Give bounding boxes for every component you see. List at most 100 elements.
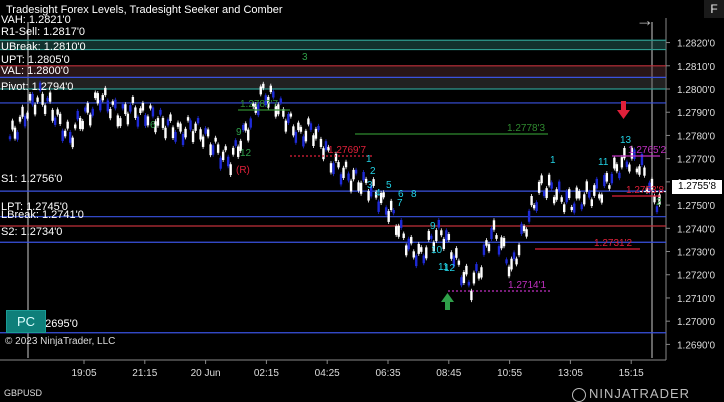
candle-body	[339, 174, 343, 185]
candle-body	[226, 156, 230, 167]
candle-body	[71, 137, 74, 148]
candle-body	[485, 240, 488, 246]
candle-body	[259, 86, 262, 95]
candle-body	[563, 204, 566, 213]
seq-number: 9	[430, 221, 436, 232]
f-button[interactable]: F	[704, 0, 724, 18]
x-tick-label: 08:45	[436, 368, 461, 379]
comber-number: 6	[150, 120, 156, 131]
candle-body	[74, 124, 77, 129]
annotation-label: 1.2765'2	[628, 145, 666, 156]
candle-body	[344, 161, 348, 168]
candle-body	[314, 128, 318, 139]
level-label: R1-Sell: 1.2817'0	[1, 26, 86, 38]
seq-number: 8	[411, 189, 417, 200]
candle-body	[397, 225, 400, 237]
candle-body	[28, 94, 32, 101]
candle-body	[131, 96, 135, 104]
x-tick-label: 19:05	[71, 368, 96, 379]
seq-number: 7	[397, 198, 403, 209]
candle-body	[219, 157, 222, 169]
candle-body	[417, 243, 420, 254]
candle-body	[114, 99, 117, 109]
candle-body	[500, 237, 503, 249]
candle-body	[610, 173, 614, 184]
candle-body	[199, 129, 202, 140]
candle-body	[156, 118, 160, 126]
candle-body	[324, 141, 328, 150]
candle-body	[407, 238, 410, 250]
candle-body	[179, 123, 182, 132]
candle-body	[211, 145, 215, 155]
candle-body	[437, 219, 441, 228]
candle-body	[405, 245, 408, 256]
level-label: S1: 1.2756'0	[1, 173, 63, 185]
candle-body	[450, 252, 453, 259]
pc-button[interactable]: PC	[6, 310, 46, 333]
candle-body	[462, 272, 466, 284]
candle-body	[221, 151, 225, 161]
candle-body	[384, 207, 388, 215]
candle-body	[317, 125, 320, 131]
candle-body	[312, 135, 315, 146]
candle-body	[174, 132, 177, 142]
candle-body	[13, 127, 17, 139]
candle-body	[608, 185, 611, 189]
candle-body	[63, 130, 67, 137]
candle-body	[242, 124, 245, 131]
candle-body	[206, 129, 210, 137]
candle-body	[410, 237, 413, 244]
candle-body	[620, 157, 624, 168]
seq-number: 5	[386, 180, 392, 191]
candle-body	[11, 120, 14, 130]
y-tick-label: 1.2700'0	[677, 317, 715, 328]
candle-body	[547, 174, 551, 186]
seq-number: 10	[431, 245, 443, 256]
nav-arrow-icon[interactable]: →	[636, 10, 654, 31]
x-tick-label: 04:25	[315, 368, 340, 379]
candle-body	[430, 235, 433, 239]
candle-body	[116, 115, 120, 127]
candle-body	[191, 131, 195, 143]
candle-body	[467, 281, 471, 286]
level-band	[0, 40, 666, 50]
candle-body	[362, 171, 365, 181]
sell-arrow-icon	[617, 101, 630, 119]
candle-body	[573, 203, 576, 213]
candle-body	[289, 113, 293, 117]
candle-body	[422, 255, 425, 264]
buy-arrow-icon	[441, 293, 454, 310]
candle-body	[184, 128, 187, 138]
candle-body	[600, 194, 604, 203]
candle-body	[628, 164, 631, 172]
candle-body	[8, 136, 12, 140]
y-tick-label: 1.2800'0	[677, 85, 715, 96]
candle-body	[427, 231, 430, 240]
candle-body	[329, 163, 333, 173]
seq-number: 3	[367, 180, 373, 191]
candle-body	[537, 181, 541, 193]
candle-body	[247, 129, 250, 141]
candle-body	[540, 175, 543, 184]
candle-body	[392, 209, 395, 214]
candle-body	[527, 210, 531, 222]
candle-body	[402, 233, 405, 238]
candle-body	[149, 105, 152, 109]
candle-body	[502, 238, 506, 247]
candle-body	[347, 173, 350, 181]
seq-number: 2	[370, 166, 376, 177]
candle-body	[171, 127, 175, 139]
ninjatrader-logo: NINJATRADER	[572, 386, 690, 402]
candle-body	[309, 123, 313, 130]
candle-body	[425, 247, 428, 259]
comber-number: 9	[236, 127, 242, 138]
candle-body	[121, 104, 125, 109]
candle-body	[33, 104, 37, 115]
comber-number: 12	[240, 148, 252, 159]
candle-body	[31, 93, 34, 105]
y-tick-label: 1.2740'0	[677, 224, 715, 235]
candle-body	[588, 191, 591, 198]
candle-body	[578, 190, 581, 199]
candle-body	[535, 202, 538, 211]
candle-body	[472, 272, 476, 284]
